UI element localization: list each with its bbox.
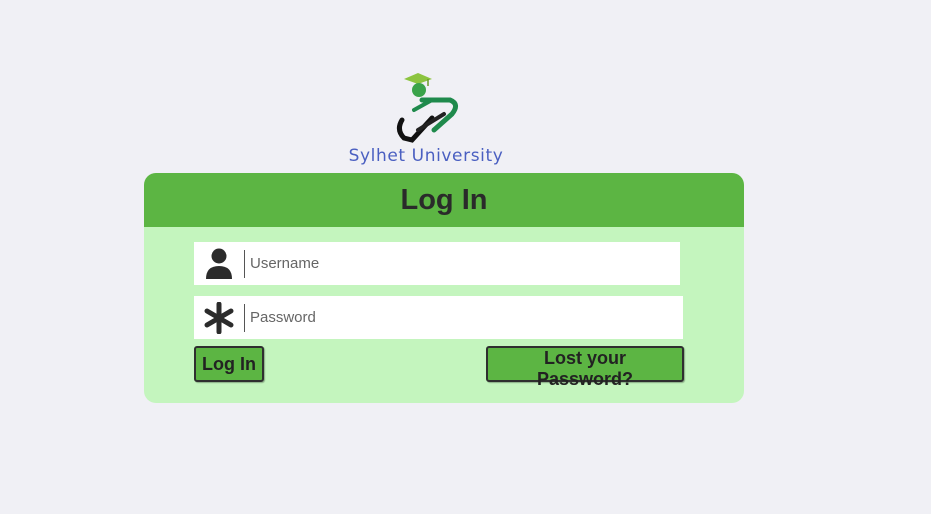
password-field xyxy=(194,296,683,339)
login-button[interactable]: Log In xyxy=(194,346,264,382)
university-logo-icon xyxy=(396,73,458,143)
username-field xyxy=(194,242,680,285)
login-title: Log In xyxy=(144,173,744,227)
lost-password-button[interactable]: Lost your Password? xyxy=(486,346,684,389)
login-card: Log In Log In Lost your Password? xyxy=(144,173,744,403)
logo-text: Sylhet University xyxy=(348,146,504,166)
username-input[interactable] xyxy=(245,242,680,285)
asterisk-icon xyxy=(194,296,244,339)
university-logo: Sylhet University xyxy=(338,70,514,170)
password-input[interactable] xyxy=(245,296,683,339)
user-icon xyxy=(194,242,244,285)
